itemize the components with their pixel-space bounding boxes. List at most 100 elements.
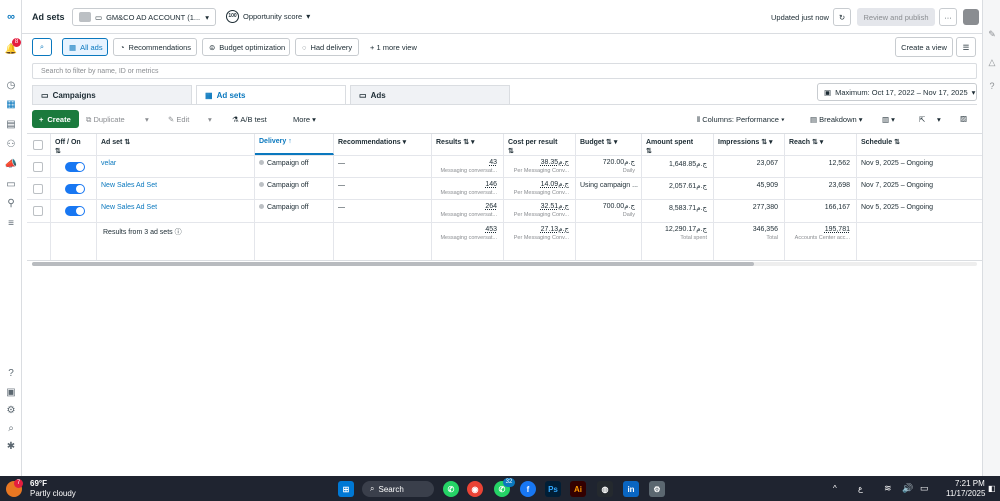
header-schedule[interactable]: Schedule ⇅ [857,134,982,155]
whatsapp-icon[interactable]: ✆ [443,481,459,497]
row-checkbox[interactable] [33,162,43,172]
header-results[interactable]: Results ⇅ ▾ [432,134,504,155]
table-row[interactable]: New Sales Ad Set Campaign off — 146 Messa… [27,178,982,200]
linkedin-icon[interactable]: in [623,481,639,497]
windows-start-icon[interactable]: ⊞ [338,481,354,497]
dashboard-icon[interactable]: ◷ [4,78,18,92]
columns-button[interactable]: ⫴ Columns: Performance ▾ [697,115,785,125]
budget-cell[interactable]: 700.00ج.م Daily [576,200,642,222]
alert-icon[interactable]: △ [986,56,998,68]
chrome-icon[interactable]: ◉ [467,481,483,497]
breakdown-button[interactable]: ▤ Breakdown ▾ [810,115,863,124]
view-had-delivery[interactable]: ◌ Had delivery [295,38,359,56]
volume-icon[interactable]: 🔊 [902,483,913,494]
on-off-toggle[interactable] [65,162,85,172]
create-button[interactable]: + Create [32,110,79,128]
totals-cpr-value[interactable]: 27.13ج.م [541,226,569,233]
billing-icon[interactable]: ▭ [4,177,18,191]
results-value[interactable]: 264 [485,203,497,210]
table-row[interactable]: velar Campaign off — 43 Messaging convers… [27,156,982,178]
report-icon[interactable]: ▣ [4,385,18,399]
date-range-picker[interactable]: ▣ Maximum: Oct 17, 2022 – Nov 17, 2025 ▾ [817,83,977,101]
tray-chevron-icon[interactable]: ^ [833,484,837,493]
illustrator-icon[interactable]: Ai [570,481,586,497]
export-dropdown[interactable]: ▾ [937,115,941,124]
battery-icon[interactable]: ▭ [920,483,929,494]
bug-icon[interactable]: ✱ [4,439,18,453]
ad-set-name-link[interactable]: velar [97,156,255,177]
select-all-checkbox[interactable] [33,140,43,150]
create-view-button[interactable]: Create a view [895,37,953,57]
wifi-icon[interactable]: ≋ [884,483,892,494]
ab-test-button[interactable]: ⚗ A/B test [232,115,267,124]
view-recommendations[interactable]: ◔ Recommendations [113,38,197,56]
view-budget-optimization[interactable]: ⊜ Budget optimization [202,38,290,56]
search-button[interactable]: ⌕ [32,38,52,56]
info-icon[interactable]: ⓘ [175,229,182,236]
filter-settings-button[interactable]: ☰ [956,37,976,57]
duplicate-button[interactable]: ⧉ Duplicate [86,115,125,125]
more-options-button[interactable]: ··· [939,8,957,26]
github-icon[interactable]: ◍ [597,481,613,497]
clock-time[interactable]: 7:21 PM [955,479,985,488]
help-circle-icon[interactable]: ? [986,80,998,92]
settings-icon[interactable]: ⚙ [4,403,18,417]
avatar[interactable] [963,9,979,25]
pencil-icon[interactable]: ✎ [986,28,998,40]
table-row[interactable]: New Sales Ad Set Campaign off — 264 Messa… [27,200,982,223]
header-ad-set[interactable]: Ad set ⇅ [97,134,255,155]
horizontal-scrollbar[interactable] [32,262,977,266]
on-off-toggle[interactable] [65,184,85,194]
header-impressions[interactable]: Impressions ⇅ ▾ [714,134,785,155]
notification-center-icon[interactable]: ◧ [988,484,996,493]
ad-set-name-link[interactable]: New Sales Ad Set [97,200,255,222]
pages-icon[interactable]: ▤ [4,117,18,131]
row-checkbox[interactable] [33,184,43,194]
ad-set-name-link[interactable]: New Sales Ad Set [97,178,255,199]
scrollbar-thumb[interactable] [32,262,754,266]
more-button[interactable]: More ▾ [293,115,316,124]
cpr-value[interactable]: 14.09ج.م [541,181,569,188]
on-off-toggle[interactable] [65,206,85,216]
totals-reach-value[interactable]: 195,781 [825,226,850,233]
budget-cell[interactable]: 720.00ج.م Daily [576,156,642,177]
menu-icon[interactable]: ≡ [4,216,18,230]
totals-results-value[interactable]: 453 [485,226,497,233]
cpr-value[interactable]: 32.51ج.م [541,203,569,210]
budget-cell[interactable]: Using campaign ... [576,178,642,199]
header-budget[interactable]: Budget ⇅ ▾ [576,134,642,155]
edit-button[interactable]: ✎ Edit [168,115,189,124]
events-icon[interactable]: ⚲ [4,196,18,210]
header-reach[interactable]: Reach ⇅ ▾ [785,134,857,155]
settings-app-icon[interactable]: ⚙ [649,481,665,497]
photoshop-icon[interactable]: Ps [545,481,561,497]
clock-date[interactable]: 11/17/2025 [946,489,985,498]
meta-logo-icon[interactable]: ∞ [4,10,18,24]
tab-ads[interactable]: ▭ Ads [350,85,510,105]
header-off-on[interactable]: Off / On ⇅ [51,134,97,155]
header-delivery[interactable]: Delivery ↑ [255,134,334,155]
opportunity-score[interactable]: 100 Opportunity score ▾ [226,10,310,23]
header-amount-spent[interactable]: Amount spent ⇅ [642,134,714,155]
facebook-icon[interactable]: f [520,481,536,497]
review-publish-button[interactable]: Review and publish [857,8,935,26]
search-input[interactable]: Search to filter by name, ID or metrics [32,63,977,79]
megaphone-icon[interactable]: 📣 [4,157,18,171]
cpr-value[interactable]: 38.35ج.م [541,159,569,166]
search-icon[interactable]: ⌕ [4,421,18,435]
export-button[interactable]: ⇱ [919,115,925,124]
duplicate-dropdown[interactable]: ▾ [145,115,149,124]
tab-campaigns[interactable]: ▭ Campaigns [32,85,192,105]
language-indicator[interactable]: ع [858,484,863,493]
account-selector[interactable]: ▭ GM&CO AD ACCOUNT (1... ▾ [72,8,216,26]
reports-button[interactable]: ▥ ▾ [882,115,895,124]
row-checkbox[interactable] [33,206,43,216]
more-view-link[interactable]: + 1 more view [370,43,417,52]
tab-ad-sets[interactable]: ▦ Ad sets [196,85,346,105]
edit-dropdown[interactable]: ▾ [208,115,212,124]
header-recommendations[interactable]: Recommendations ▾ [334,134,432,155]
results-value[interactable]: 43 [489,159,497,166]
campaigns-table-icon[interactable]: ▦ [4,97,18,111]
help-icon[interactable]: ? [4,366,18,380]
chart-button[interactable]: ▨ [960,114,967,123]
